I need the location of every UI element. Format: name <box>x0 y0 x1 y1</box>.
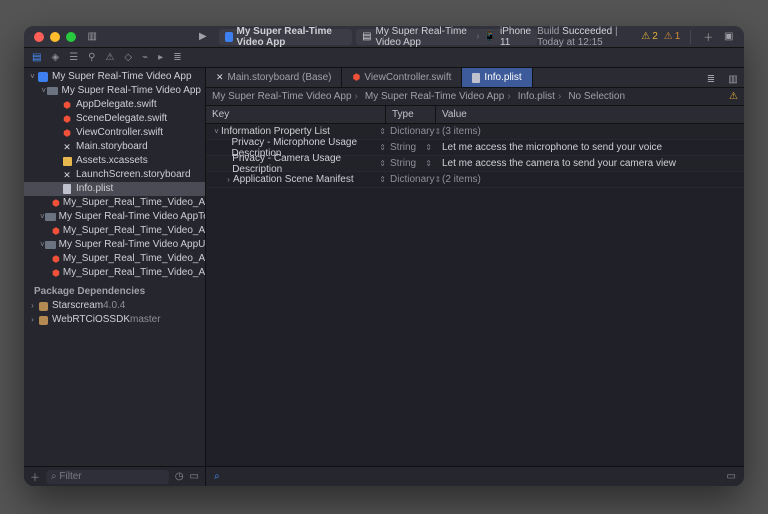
plist-row[interactable]: ›Application Scene Manifest⇕Dictionary⇕(… <box>206 172 744 188</box>
editor-footer: ⌕ ▭ <box>206 466 744 486</box>
file-plist[interactable]: Info.plist <box>24 182 205 196</box>
file-asset[interactable]: Assets.xcassets <box>24 154 205 168</box>
editor-tab[interactable]: ✕Main.storyboard (Base) <box>206 68 342 87</box>
file-sb[interactable]: ✕LaunchScreen.storyboard <box>24 168 205 182</box>
report-navigator-icon[interactable]: ≣ <box>173 52 181 63</box>
add-icon[interactable]: ＋ <box>701 26 716 48</box>
find-navigator-icon[interactable]: ⚲ <box>88 52 95 63</box>
library-icon[interactable]: ▣ <box>721 26 736 48</box>
target-icon: ▤ <box>362 31 371 42</box>
plist-row[interactable]: Privacy - Camera Usage Description⇕Strin… <box>206 156 744 172</box>
editor-tab[interactable]: ⬢ViewController.swift <box>342 68 462 87</box>
plist-body: ˅Information Property List⇕Dictionary⇕(3… <box>206 124 744 466</box>
file-swift[interactable]: ⬢My_Super_Real_Time_Video_App... <box>24 266 205 280</box>
file-sb[interactable]: ✕Main.storyboard <box>24 140 205 154</box>
run-button[interactable]: ▶ <box>195 26 212 48</box>
phone-icon: 📱 <box>484 31 496 42</box>
file-swift[interactable]: ⬢My_Super_Real_Time_Video_App... <box>24 196 205 210</box>
packages-header: Package Dependencies <box>24 280 205 299</box>
breakpoint-navigator-icon[interactable]: ▸ <box>158 52 163 63</box>
file-package[interactable]: ›Starscream 4.0.4 <box>24 299 205 313</box>
traffic-lights <box>24 32 76 42</box>
minimize-window-button[interactable] <box>50 32 60 42</box>
close-window-button[interactable] <box>34 32 44 42</box>
issue-navigator-icon[interactable]: ⚠ <box>105 52 114 63</box>
toggle-navigator-icon[interactable]: ▥ <box>84 26 101 48</box>
plist-header-key[interactable]: Key <box>206 106 386 123</box>
titlebar: ▥ ▶ My Super Real-Time Video App ▤ My Su… <box>24 26 744 48</box>
scheme-selector[interactable]: My Super Real-Time Video App <box>219 29 352 45</box>
run-destination-selector[interactable]: ▤ My Super Real-Time Video App › 📱 iPhon… <box>356 29 537 45</box>
test-navigator-icon[interactable]: ◇ <box>124 52 132 63</box>
project-navigator: ˅My Super Real-Time Video App˅My Super R… <box>24 68 206 486</box>
file-swift[interactable]: ⬢ViewController.swift <box>24 126 205 140</box>
file-swift[interactable]: ⬢SceneDelegate.swift <box>24 112 205 126</box>
file-package[interactable]: ›WebRTCiOSSDK master <box>24 313 205 327</box>
app-icon <box>225 32 232 42</box>
add-files-icon[interactable]: ＋ <box>30 469 40 484</box>
symbol-navigator-icon[interactable]: ☰ <box>69 52 78 63</box>
navigator-selector: ▤ ◈ ☰ ⚲ ⚠ ◇ ⌁ ▸ ≣ <box>24 48 744 68</box>
scm-filter-icon[interactable]: ▭ <box>190 471 199 482</box>
navigator-footer: ＋ ⌕ Filter ◷ ▭ <box>24 466 205 486</box>
filter-placeholder: Filter <box>59 471 81 482</box>
debug-navigator-icon[interactable]: ⌁ <box>142 52 148 63</box>
file-swift[interactable]: ⬢My_Super_Real_Time_Video_App... <box>24 224 205 238</box>
file-swift[interactable]: ⬢AppDelegate.swift <box>24 98 205 112</box>
project-navigator-icon[interactable]: ▤ <box>32 52 41 63</box>
filter-icon: ⌕ <box>51 471 57 482</box>
scheme-app-label: My Super Real-Time Video App <box>237 26 347 48</box>
xcode-window: ▥ ▶ My Super Real-Time Video App ▤ My Su… <box>24 26 744 486</box>
add-editor-icon[interactable]: ▥ <box>722 68 744 90</box>
build-status[interactable]: Build Succeeded | Today at 12:15 <box>537 26 635 48</box>
file-swift[interactable]: ⬢My_Super_Real_Time_Video_App... <box>24 252 205 266</box>
editor-tabs: ✕Main.storyboard (Base)⬢ViewController.s… <box>206 68 744 88</box>
filter-input[interactable]: ⌕ Filter <box>46 470 169 484</box>
file-group[interactable]: ˅My Super Real-Time Video AppTests <box>24 210 205 224</box>
zoom-window-button[interactable] <box>66 32 76 42</box>
scheme-target-label: My Super Real-Time Video App <box>376 26 473 48</box>
file-project-root[interactable]: ˅My Super Real-Time Video App <box>24 70 205 84</box>
jump-segment[interactable]: Info.plist <box>518 91 565 102</box>
scheme-device-label: iPhone 11 <box>500 26 531 48</box>
issues-badge[interactable]: ⚠1 <box>664 31 681 42</box>
plist-header: Key Type Value <box>206 106 744 124</box>
jump-warning-icon[interactable]: ⚠ <box>729 91 738 102</box>
editor-tab[interactable]: Info.plist <box>462 68 532 87</box>
jump-segment[interactable]: My Super Real-Time Video App <box>212 91 361 102</box>
editor-area: ✕Main.storyboard (Base)⬢ViewController.s… <box>206 68 744 486</box>
jump-segment[interactable]: My Super Real-Time Video App <box>365 91 514 102</box>
file-group[interactable]: ˅My Super Real-Time Video App <box>24 84 205 98</box>
plist-header-type[interactable]: Type <box>386 106 436 123</box>
jump-segment[interactable]: No Selection <box>568 91 625 102</box>
warnings-badge[interactable]: ⚠2 <box>641 31 658 42</box>
recent-filter-icon[interactable]: ◷ <box>175 471 184 482</box>
source-control-navigator-icon[interactable]: ◈ <box>51 52 59 63</box>
filter-icon[interactable]: ⌕ <box>214 471 220 482</box>
file-group[interactable]: ˅My Super Real-Time Video AppUITe... <box>24 238 205 252</box>
plist-header-value[interactable]: Value <box>436 106 744 123</box>
editor-options-icon[interactable]: ≣ <box>700 68 722 90</box>
jump-bar[interactable]: My Super Real-Time Video App My Super Re… <box>206 88 744 106</box>
inspector-toggle-icon[interactable]: ▭ <box>727 471 736 482</box>
